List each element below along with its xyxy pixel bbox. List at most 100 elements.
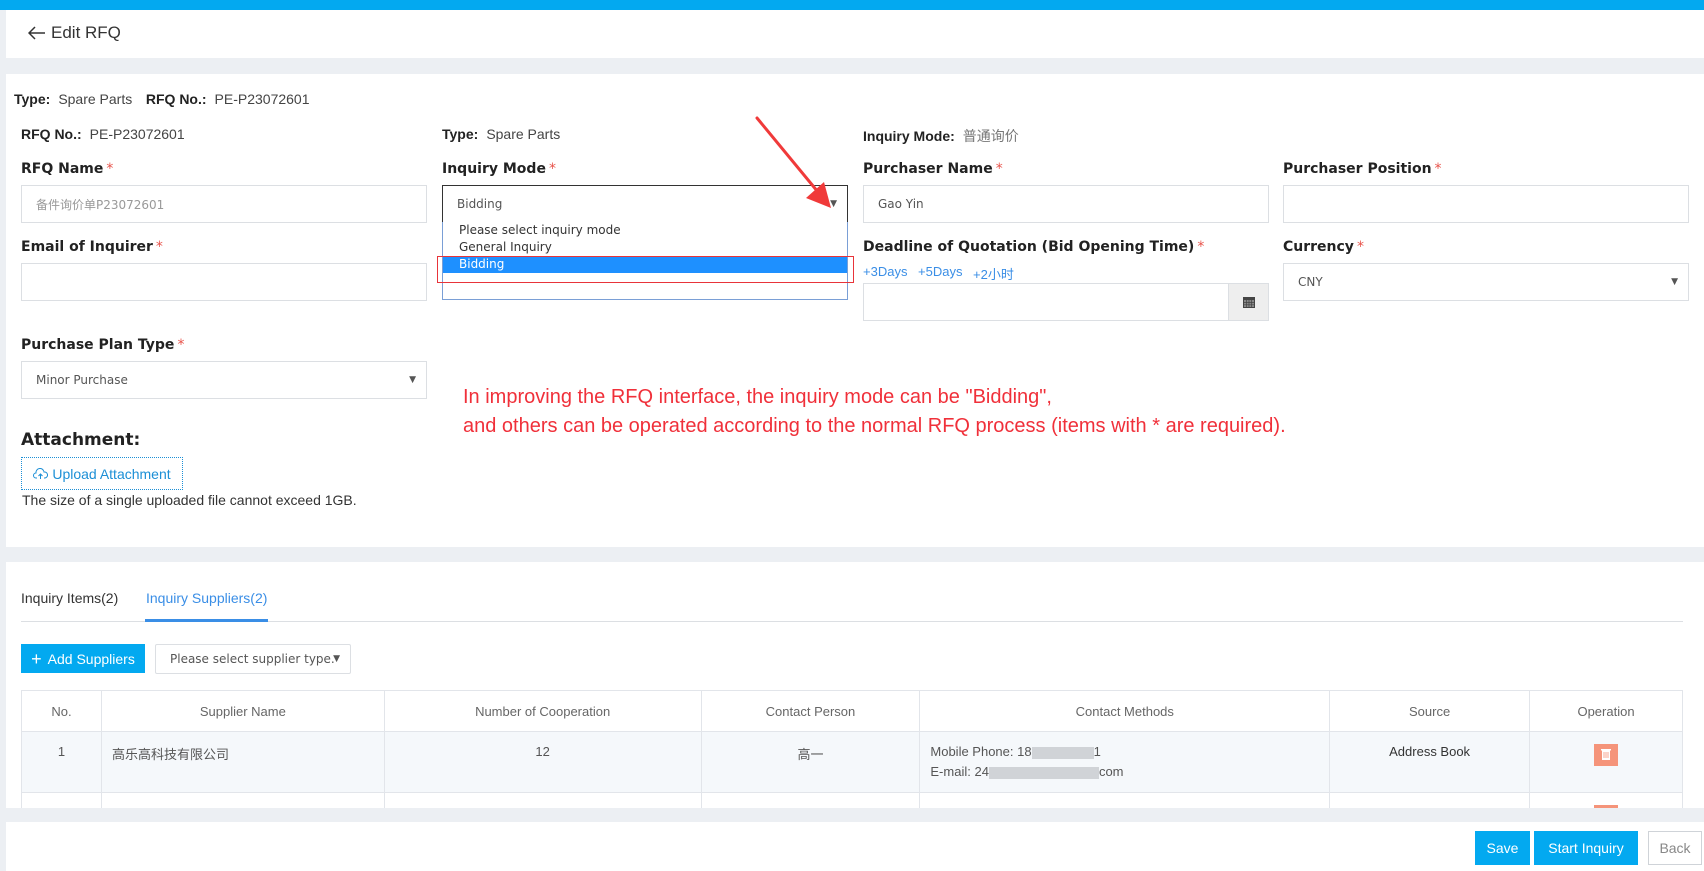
attachment-hint: The size of a single uploaded file canno… [22,492,357,508]
inquiry-details-panel: Inquiry Items(2) Inquiry Suppliers(2) + … [6,562,1704,808]
supplier-type-select[interactable]: Please select supplier type. ▼ [155,644,351,674]
supplier-type-placeholder: Please select supplier type. [170,652,335,666]
inquiry-mode-option[interactable]: General Inquiry [443,239,847,256]
cell-cooperation: 12 [383,731,702,793]
upload-attachment-label: Upload Attachment [52,465,171,482]
column-header: Supplier Name [100,690,385,732]
column-header: Number of Cooperation [383,690,702,732]
summary-type-value: Spare Parts [58,91,133,107]
tab-inquiry-suppliers[interactable]: Inquiry Suppliers(2) [145,590,269,622]
cell-operation [1529,731,1683,793]
currency-label: Currency * [1283,239,1364,255]
annotation-line-1: In improving the RFQ interface, the inqu… [463,386,1052,408]
trash-icon [1601,749,1612,760]
quick-3days-link[interactable]: +3Days [863,264,907,279]
column-header: No. [21,690,102,732]
cell-operation [1529,792,1683,808]
tab-inquiry-items[interactable]: Inquiry Items(2) [21,590,118,622]
purchaser-name-label: Purchaser Name * [863,161,1003,177]
purchaser-position-input[interactable] [1283,185,1689,223]
suppliers-table: No. Supplier Name Number of Cooperation … [21,690,1683,808]
cell-contact-methods [919,792,1331,808]
table-row: 1 高乐高科技有限公司 12 高一 Mobile Phone: 18 1 E-ma… [21,731,1683,793]
info-rfq-no-value: PE-P23072601 [89,126,185,142]
info-type-label: Type: [442,126,479,142]
chevron-down-icon: ▼ [333,654,340,664]
upload-attachment-button[interactable]: Upload Attachment [21,457,183,490]
save-button[interactable]: Save [1475,831,1530,865]
contact-phone: Mobile Phone: 18 1 [930,744,1101,759]
rfq-name-input[interactable]: 备件询价单P23072601 [21,185,427,223]
currency-select[interactable]: CNY ▼ [1283,263,1689,301]
quick-5days-link[interactable]: +5Days [918,264,962,279]
quick-2hours-link[interactable]: +2小时 [973,264,1014,283]
summary-type-label: Type: [14,91,51,107]
cell-supplier-name: 高乐高科技有限公司 [100,731,385,793]
inquiry-mode-option-selected[interactable]: Bidding [443,256,847,273]
summary-line: Type: Spare Parts RFQ No.: PE-P23072601 [14,91,310,107]
delete-supplier-button[interactable] [1594,805,1619,808]
purchase-plan-type-select[interactable]: Minor Purchase ▼ [21,361,427,399]
email-input[interactable] [21,263,427,301]
back-link[interactable]: Edit RFQ [28,23,121,43]
annotation-arrow [755,116,831,208]
purchaser-name-input[interactable]: Gao Yin [863,185,1269,223]
annotation-line-2: and others can be operated according to … [463,415,1286,437]
cell-cooperation [383,792,702,808]
column-header: Source [1329,690,1531,732]
cell-no [21,792,102,808]
info-type: Type: Spare Parts [442,126,560,142]
back-button[interactable]: Back [1648,831,1702,865]
deadline-input[interactable] [863,283,1269,321]
delete-supplier-button[interactable] [1594,744,1619,766]
inquiry-mode-option[interactable]: Please select inquiry mode [443,222,847,239]
contact-email: E-mail: 24 com [930,764,1124,779]
email-label: Email of Inquirer * [21,239,163,255]
rfq-name-label: RFQ Name * [21,161,114,177]
top-accent-bar [0,0,1704,10]
arrow-left-icon [28,26,45,40]
info-inquiry-mode-value: 普通询价 [962,128,1019,144]
summary-rfq-no-label: RFQ No.: [145,91,207,107]
purchase-plan-type-label: Purchase Plan Type * [21,337,185,353]
inquiry-mode-dropdown: Please select inquiry mode General Inqui… [442,222,848,300]
calendar-icon [1242,297,1255,308]
cell-supplier-name [100,792,385,808]
plus-icon: + [31,648,42,669]
chevron-down-icon: ▼ [1671,277,1678,287]
info-inquiry-mode: Inquiry Mode: 普通询价 [863,126,1019,146]
add-suppliers-label: Add Suppliers [47,650,135,667]
cell-source: Address Book [1329,731,1531,793]
annotation-note: In improving the RFQ interface, the inqu… [463,383,1286,441]
cloud-upload-icon [33,467,49,479]
footer-actions: Save Start Inquiry Back [6,822,1704,871]
column-header: Contact Person [700,690,921,732]
info-type-value: Spare Parts [486,126,561,142]
tab-bar: Inquiry Items(2) Inquiry Suppliers(2) [21,590,1683,622]
inquiry-mode-label: Inquiry Mode * [442,161,556,177]
cell-contact-person: 高一 [700,731,921,793]
purchaser-position-label: Purchaser Position * [1283,161,1442,177]
add-suppliers-button[interactable]: + Add Suppliers [21,644,145,673]
chevron-down-icon: ▼ [409,375,416,385]
page-title: Edit RFQ [51,23,121,42]
column-header: Operation [1529,690,1683,732]
currency-value: CNY [1298,275,1323,289]
cell-contact-person [700,792,921,808]
cell-contact-methods: Mobile Phone: 18 1 E-mail: 24 com [919,731,1331,793]
table-header-row: No. Supplier Name Number of Cooperation … [21,690,1683,732]
page-header: Edit RFQ [6,10,1704,58]
cell-no: 1 [21,731,102,793]
info-rfq-no-label: RFQ No.: [21,126,82,142]
info-inquiry-mode-label: Inquiry Mode: [863,128,955,144]
column-header: Contact Methods [919,690,1331,732]
deadline-label: Deadline of Quotation (Bid Opening Time)… [863,239,1205,255]
info-rfq-no: RFQ No.: PE-P23072601 [21,126,185,142]
purchase-plan-type-value: Minor Purchase [36,373,128,387]
attachment-label: Attachment: [21,430,141,450]
cell-source [1329,792,1531,808]
table-row [21,792,1683,808]
start-inquiry-button[interactable]: Start Inquiry [1534,831,1638,865]
inquiry-mode-selected-value: Bidding [457,197,503,211]
calendar-button[interactable] [1228,284,1268,320]
